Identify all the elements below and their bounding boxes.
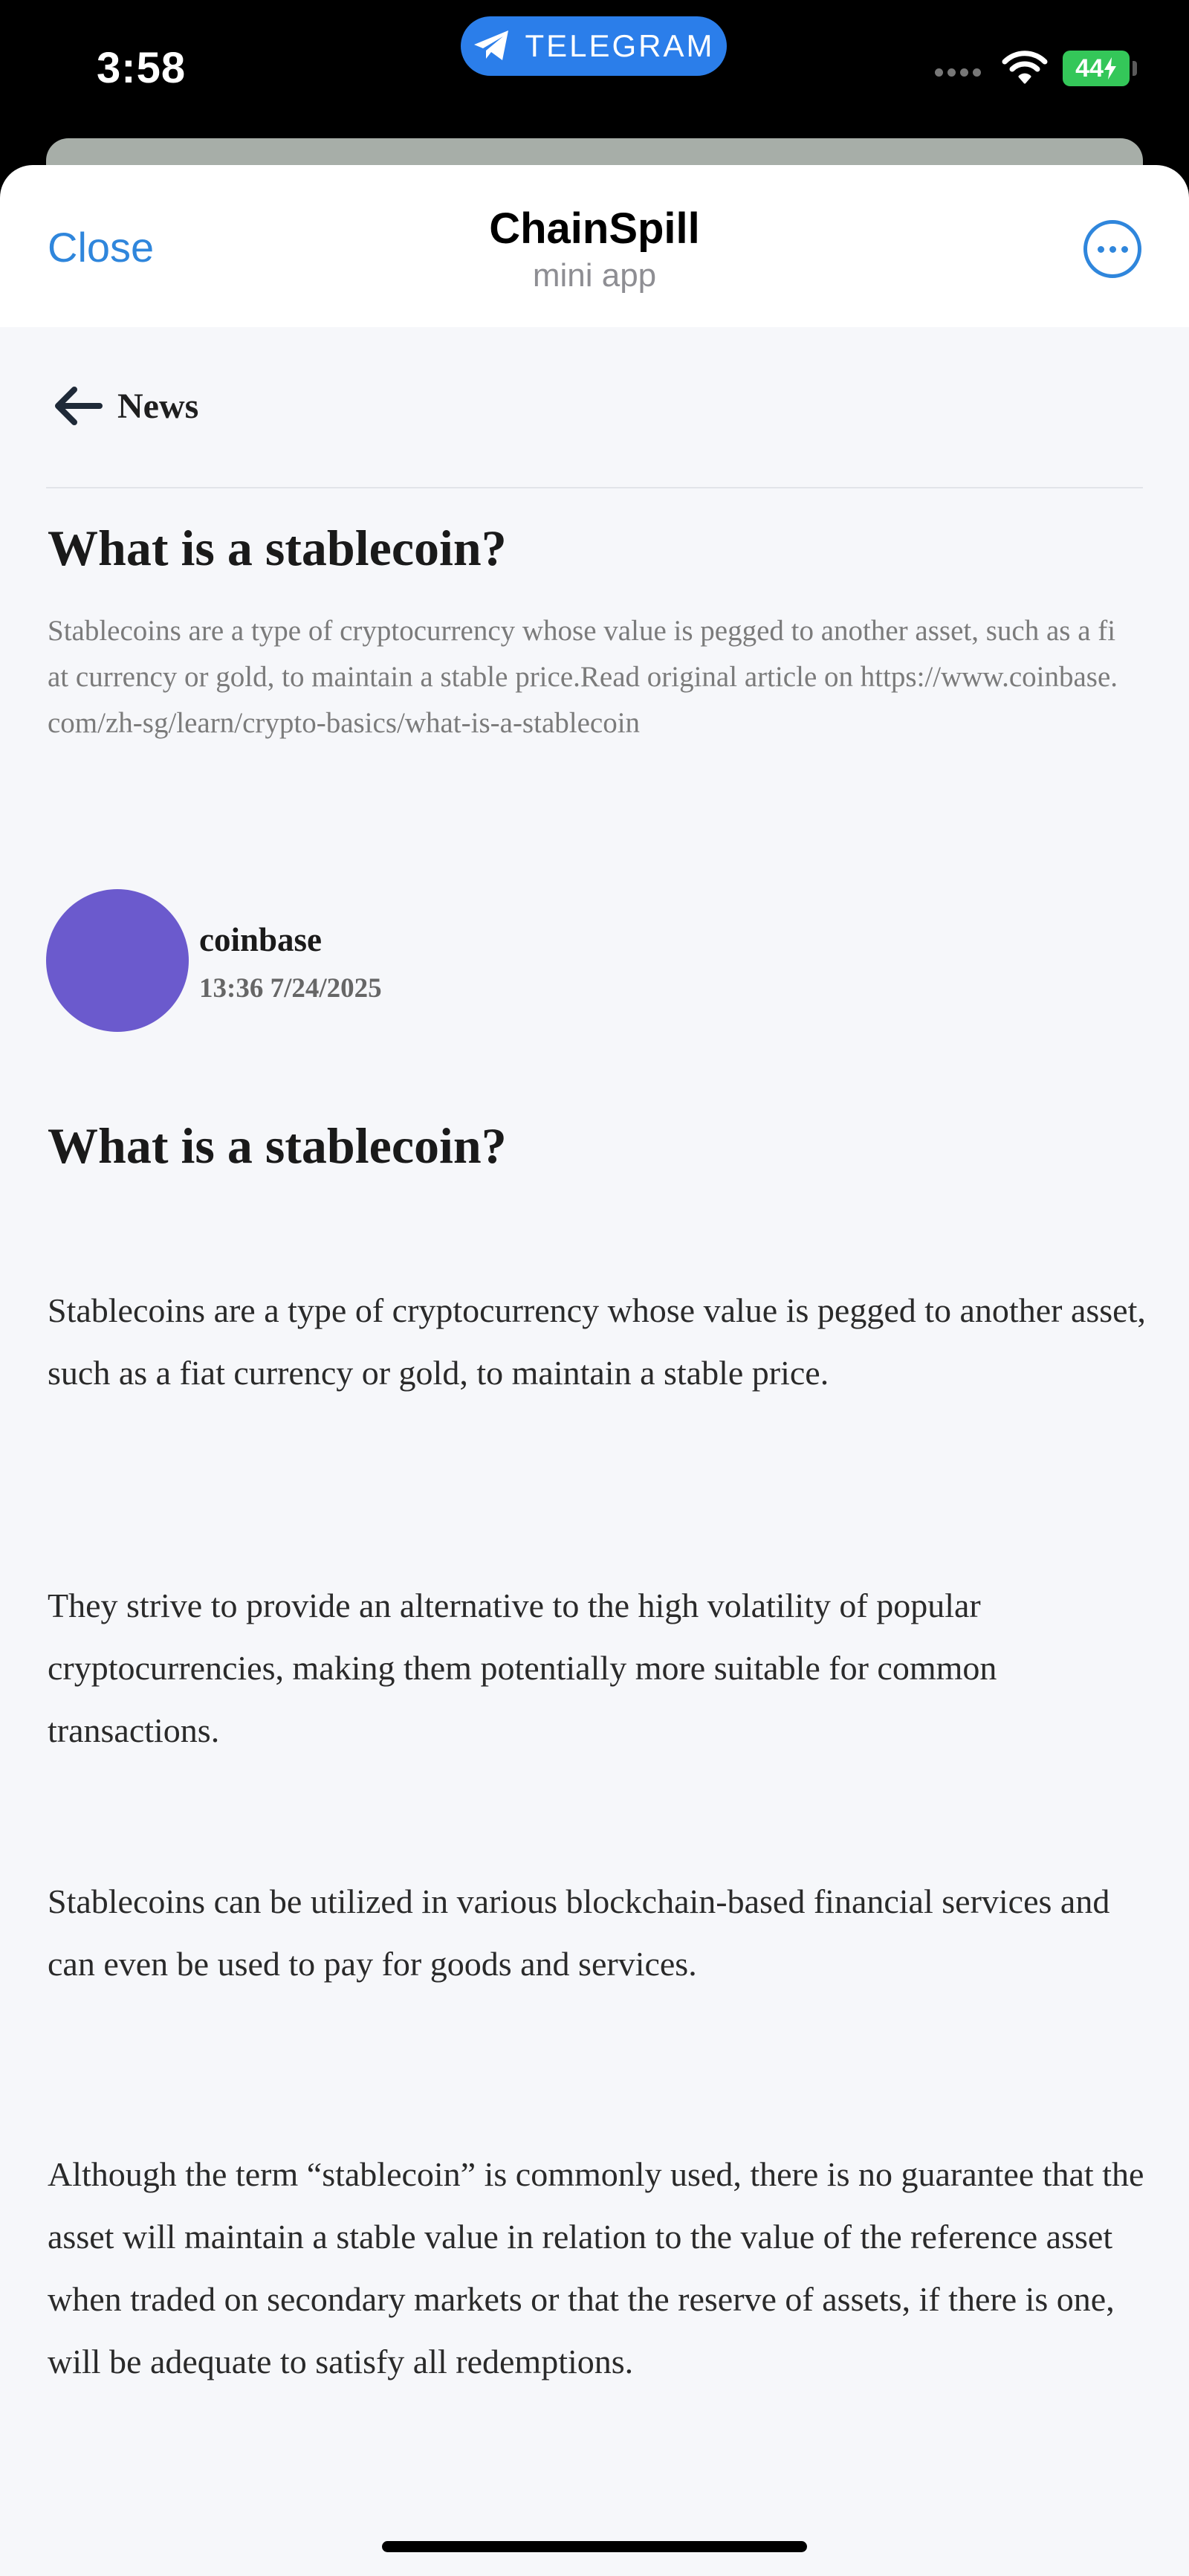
battery-icon: 44 [1063, 51, 1130, 86]
article-body-title: What is a stablecoin? [48, 1117, 507, 1174]
article-paragraph: Stablecoins can be utilized in various b… [48, 1882, 1110, 1983]
status-bar: 3:58 TELEGRAM 44 [0, 0, 1189, 141]
cellular-signal-icon [935, 68, 981, 77]
more-options-icon[interactable] [1083, 220, 1141, 278]
telegram-pill-label: TELEGRAM [525, 28, 715, 63]
telegram-pill[interactable]: TELEGRAM [461, 16, 727, 76]
article-title: What is a stablecoin? [48, 520, 507, 576]
charging-bolt-icon [1104, 57, 1116, 80]
author-name[interactable]: coinbase [199, 920, 322, 959]
telegram-icon [474, 30, 509, 60]
battery-cap [1133, 61, 1137, 76]
app-title: ChainSpill [489, 204, 700, 253]
mini-app-header: Close ChainSpill mini app [0, 165, 1189, 327]
article-paragraph: Although the term “stablecoin” is common… [48, 2155, 1144, 2380]
article-paragraph: Stablecoins are a type of cryptocurrency… [48, 1291, 1146, 1392]
wifi-icon [1002, 51, 1048, 84]
battery-level: 44 [1075, 54, 1104, 83]
back-to-news-link[interactable]: News [54, 385, 198, 427]
article-page: News What is a stablecoin? Stablecoins a… [0, 327, 1189, 2576]
article-summary: Stablecoins are a type of cryptocurrency… [48, 615, 1118, 739]
status-time: 3:58 [97, 44, 187, 92]
back-label: News [117, 386, 199, 426]
author-avatar [46, 889, 189, 1032]
arrow-left-icon [55, 387, 103, 425]
header-divider [46, 487, 1143, 488]
article-paragraph: They strive to provide an alternative to… [48, 1586, 997, 1749]
post-date: 13:36 7/24/2025 [199, 973, 382, 1004]
home-indicator[interactable] [382, 2541, 807, 2552]
app-subtitle: mini app [532, 257, 657, 294]
